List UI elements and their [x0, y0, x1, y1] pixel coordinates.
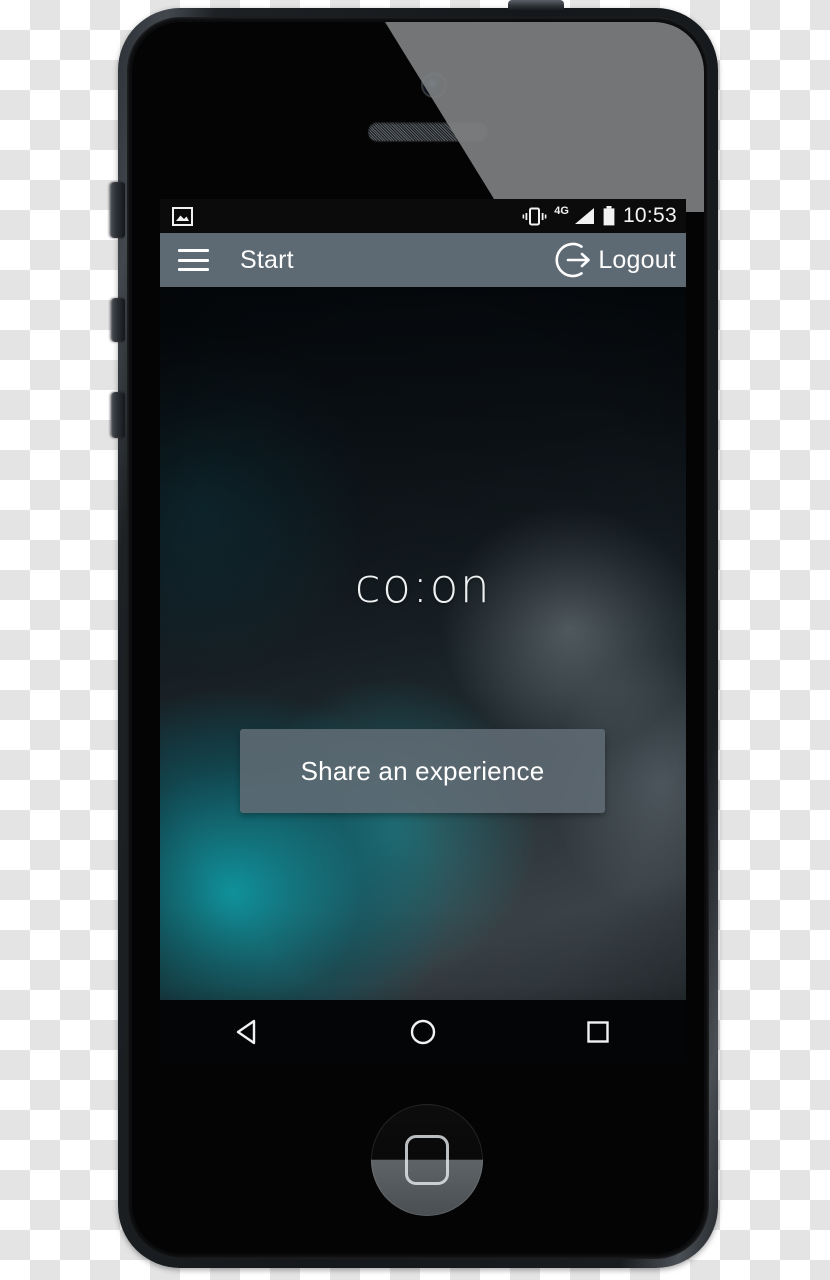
- hamburger-line: [178, 258, 209, 262]
- volume-down-button[interactable]: [111, 392, 125, 438]
- power-button[interactable]: [508, 0, 564, 11]
- vibrate-icon: [522, 207, 547, 225]
- phone-screen: 4G 10:53 Start Logout co:on Share an exp…: [160, 199, 686, 1063]
- logout-button[interactable]: Logout: [555, 239, 676, 281]
- android-status-bar: 4G 10:53: [160, 199, 686, 233]
- gallery-icon: [172, 206, 193, 226]
- signal-4g-icon: [574, 208, 594, 224]
- app-logo: co:on: [354, 559, 492, 614]
- battery-icon: [603, 206, 615, 226]
- status-bar-left: [172, 206, 193, 226]
- home-button[interactable]: [335, 1000, 510, 1063]
- silent-switch[interactable]: [110, 182, 125, 238]
- square-icon: [587, 1020, 610, 1043]
- phone-device: 4G 10:53 Start Logout co:on Share an exp…: [118, 8, 718, 1268]
- phone-front-face: 4G 10:53 Start Logout co:on Share an exp…: [132, 22, 704, 1254]
- hamburger-line: [178, 268, 209, 271]
- network-type-label: 4G: [554, 205, 569, 217]
- front-camera-icon: [423, 74, 445, 96]
- back-button[interactable]: [160, 1000, 335, 1063]
- triangle-left-icon: [236, 1019, 255, 1044]
- logout-label: Logout: [598, 245, 676, 274]
- share-an-experience-button[interactable]: Share an experience: [240, 729, 605, 813]
- recents-button[interactable]: [511, 1000, 686, 1063]
- volume-up-button[interactable]: [111, 298, 125, 342]
- hardware-home-button[interactable]: [371, 1104, 483, 1216]
- page-title: Start: [240, 245, 294, 274]
- home-screen-content: co:on Share an experience: [160, 287, 686, 1063]
- phone-bezel: 4G 10:53 Start Logout co:on Share an exp…: [127, 17, 709, 1259]
- circle-icon: [410, 1019, 436, 1044]
- app-bar: Start Logout: [160, 233, 686, 287]
- status-bar-clock: 10:53: [622, 204, 677, 227]
- camera-lens-dot: [429, 80, 436, 87]
- hamburger-icon[interactable]: [178, 249, 209, 271]
- status-bar-right: 4G 10:53: [522, 204, 677, 228]
- earpiece-speaker-grille: [368, 122, 488, 141]
- hamburger-line: [178, 249, 209, 252]
- logout-icon: [555, 242, 591, 278]
- wallpaper-vignette: [160, 287, 686, 1063]
- rounded-square-icon: [405, 1135, 449, 1185]
- screen-glare-overlay: [385, 22, 704, 212]
- android-navigation-bar: [160, 1000, 686, 1063]
